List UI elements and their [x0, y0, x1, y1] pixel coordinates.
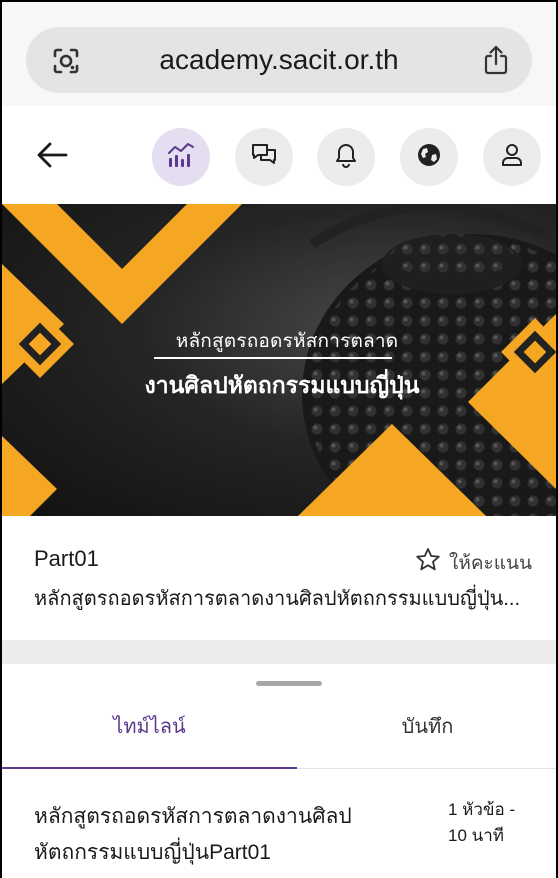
profile-button[interactable] — [483, 128, 541, 186]
bell-icon — [334, 142, 358, 173]
chart-icon — [166, 141, 196, 174]
course-info: Part01 ให้คะแนน หลักสูตรถอดรหัสการตลาดงา… — [2, 516, 556, 640]
star-icon — [415, 547, 441, 578]
lesson-duration: 10 นาที — [448, 826, 505, 845]
course-description: หลักสูตรถอดรหัสการตลาดงานศิลปหัตถกรรมแบบ… — [34, 588, 521, 610]
chat-icon — [250, 142, 278, 173]
tab-bar: ไทม์ไลน์ บันทึก — [2, 704, 556, 769]
url-text: academy.sacit.or.th — [159, 44, 399, 75]
url-field[interactable]: academy.sacit.or.th — [26, 27, 532, 93]
bottom-sheet: ไทม์ไลน์ บันทึก หลักสูตรถอดรหัสการตลาดงา… — [2, 664, 556, 878]
notification-button[interactable] — [317, 128, 375, 186]
back-arrow-icon[interactable] — [32, 135, 72, 175]
lesson-title: หลักสูตรถอดรหัสการตลาดงานศิลปหัตถกรรมแบบ… — [34, 805, 352, 864]
lesson-meta: 1 หัวข้อ - 10 นาที — [448, 797, 548, 849]
share-icon[interactable] — [482, 44, 510, 76]
sheet-drag-handle[interactable] — [256, 681, 322, 686]
stats-button[interactable] — [152, 128, 210, 186]
banner-title: งานศิลปหัตถกรรมแบบญี่ปุ่น — [144, 372, 420, 398]
rate-button[interactable]: ให้คะแนน — [415, 547, 532, 578]
chat-button[interactable] — [235, 128, 293, 186]
lesson-item[interactable]: หลักสูตรถอดรหัสการตลาดงานศิลปหัตถกรรมแบบ… — [2, 769, 556, 878]
app-frame: academy.sacit.or.th หลักสูตรถอดรหัสการตล… — [0, 0, 558, 878]
banner-teapot-artwork — [2, 204, 556, 516]
course-banner: หลักสูตรถอดรหัสการตลาด งานศิลปหัตถกรรมแบ… — [2, 204, 556, 516]
part-title: Part01 — [34, 546, 99, 571]
browser-bar: academy.sacit.or.th — [2, 2, 556, 107]
language-button[interactable] — [400, 128, 458, 186]
user-icon — [500, 142, 524, 173]
globe-icon — [416, 142, 442, 173]
banner-subtitle: หลักสูตรถอดรหัสการตลาด — [175, 331, 399, 352]
rate-label: ให้คะแนน — [449, 552, 532, 574]
google-lens-icon[interactable] — [52, 47, 80, 75]
section-separator — [2, 640, 556, 664]
app-toolbar — [2, 106, 556, 204]
tab-timeline[interactable]: ไทม์ไลน์ — [2, 704, 297, 766]
tab-notes[interactable]: บันทึก — [297, 704, 556, 766]
lesson-topics: 1 หัวข้อ - — [448, 800, 516, 819]
banner-divider — [154, 357, 392, 359]
